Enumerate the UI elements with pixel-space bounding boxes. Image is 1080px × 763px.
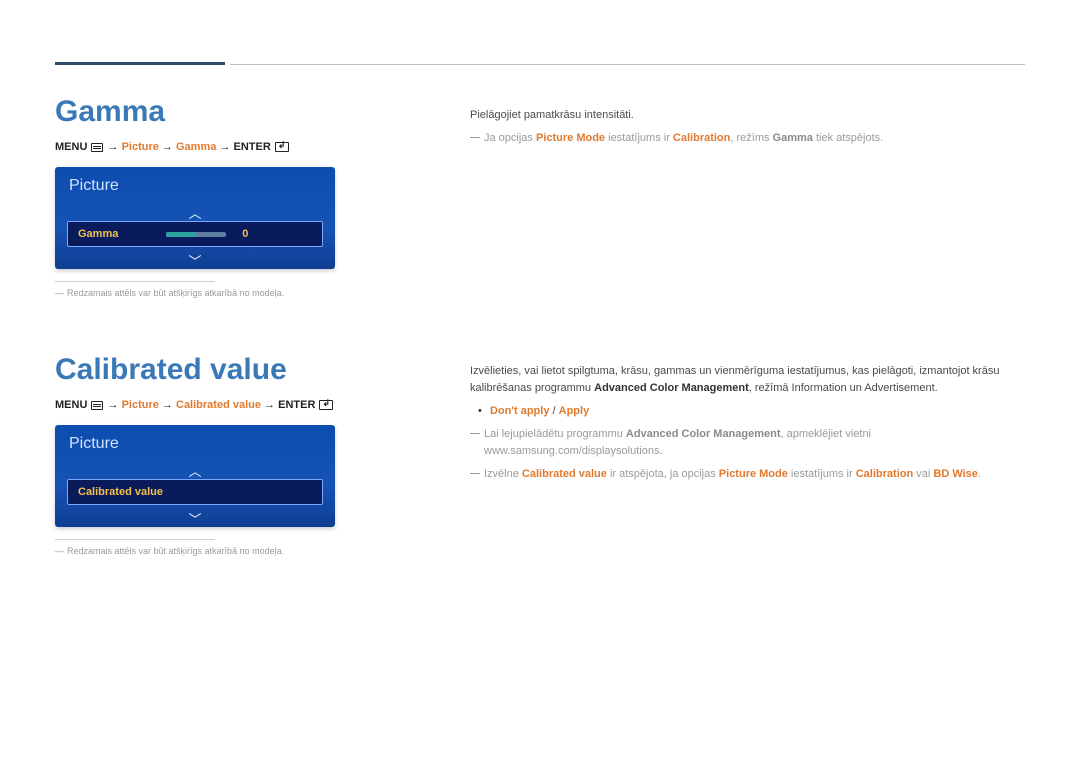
gamma-panel-footnote: Redzamais attēls var būt atšķirīgs atkar… xyxy=(55,288,1025,298)
gamma-note-text: , režīms xyxy=(730,132,772,144)
calibrated-right-column: Izvēlieties, vai lietot spilgtuma, krāsu… xyxy=(470,363,1025,489)
gamma-slider[interactable] xyxy=(166,232,226,237)
breadcrumb-menu-label: MENU xyxy=(55,399,87,411)
breadcrumb-arrow: → xyxy=(159,399,176,411)
gamma-slider-fill xyxy=(166,232,196,237)
gamma-row-label: Gamma xyxy=(78,228,118,240)
chevron-up-icon[interactable]: ︿ xyxy=(188,461,201,480)
note-text: iestatījums ir xyxy=(788,468,856,480)
calibrated-value-label: Calibrated value xyxy=(522,468,607,480)
enter-icon xyxy=(319,400,333,410)
breadcrumb-menu-label: MENU xyxy=(55,141,87,153)
gamma-section: Gamma MENU → Picture → Gamma → ENTER Pic… xyxy=(55,95,1025,298)
bd-wise-label: BD Wise xyxy=(933,468,978,480)
calibrated-desc-text: , režīmā Information un Advertisement. xyxy=(749,382,938,394)
breadcrumb-picture: Picture xyxy=(122,399,159,411)
calibrated-section: Calibrated value MENU → Picture → Calibr… xyxy=(55,353,1025,556)
note-text: Izvēlne xyxy=(484,468,522,480)
calibrated-selected-row[interactable]: Calibrated value xyxy=(67,479,323,505)
gamma-row-value: 0 xyxy=(234,228,248,240)
note-text: ir atspējota, ja opcijas xyxy=(607,468,719,480)
breadcrumb-arrow: → xyxy=(159,141,176,153)
header-accent-bar xyxy=(55,62,225,65)
calibrated-row-label: Calibrated value xyxy=(78,486,163,498)
gamma-note-text: iestatījums ir xyxy=(605,132,673,144)
acm-label: Advanced Color Management xyxy=(626,428,781,440)
panel-title: Picture xyxy=(55,425,335,461)
option-separator: / xyxy=(549,405,558,417)
menu-icon xyxy=(91,143,103,152)
gamma-right-column: Pielāgojiet pamatkrāsu intensitāti. Ja o… xyxy=(470,107,1025,153)
gamma-picture-panel: Picture ︿ Gamma 0 ﹀ xyxy=(55,167,335,269)
note-text: Lai lejupielādētu programmu xyxy=(484,428,626,440)
gamma-selected-row[interactable]: Gamma 0 xyxy=(67,221,323,247)
sub-divider xyxy=(55,281,215,282)
dont-apply-option: Don't apply xyxy=(490,405,549,417)
breadcrumb-enter-label: ENTER xyxy=(278,399,315,411)
gamma-note-text: tiek atspējots. xyxy=(813,132,883,144)
calibrated-picture-panel: Picture ︿ Calibrated value ﹀ xyxy=(55,425,335,527)
acm-label: Advanced Color Management xyxy=(594,382,749,394)
calibration-label: Calibration xyxy=(856,468,913,480)
picture-mode-label: Picture Mode xyxy=(536,132,605,144)
gamma-note: Ja opcijas Picture Mode iestatījums ir C… xyxy=(470,130,1025,147)
apply-bullet: Don't apply / Apply xyxy=(470,403,1025,420)
chevron-down-icon[interactable]: ﹀ xyxy=(188,251,201,269)
menu-icon xyxy=(91,401,103,410)
chevron-down-icon[interactable]: ﹀ xyxy=(188,509,201,527)
chevron-up-icon[interactable]: ︿ xyxy=(188,203,201,222)
panel-chevron-down-row: ﹀ xyxy=(55,509,335,527)
gamma-label: Gamma xyxy=(773,132,813,144)
enter-icon xyxy=(275,142,289,152)
sub-divider xyxy=(55,539,215,540)
breadcrumb-gamma: Gamma xyxy=(176,141,216,153)
gamma-desc: Pielāgojiet pamatkrāsu intensitāti. xyxy=(470,107,1025,124)
note-text: . xyxy=(978,468,981,480)
apply-option: Apply xyxy=(559,405,590,417)
breadcrumb-picture: Picture xyxy=(122,141,159,153)
panel-chevron-up-row: ︿ xyxy=(55,203,335,221)
gamma-note-text: Ja opcijas xyxy=(484,132,536,144)
calibrated-note-disabled: Izvēlne Calibrated value ir atspējota, j… xyxy=(470,466,1025,483)
breadcrumb-arrow: → xyxy=(108,399,122,411)
panel-chevron-up-row: ︿ xyxy=(55,461,335,479)
panel-chevron-down-row: ﹀ xyxy=(55,251,335,269)
header-divider xyxy=(230,64,1025,65)
picture-mode-label: Picture Mode xyxy=(719,468,788,480)
note-text: vai xyxy=(913,468,933,480)
breadcrumb-arrow: → xyxy=(108,141,122,153)
panel-title: Picture xyxy=(55,167,335,203)
breadcrumb-arrow: → xyxy=(261,399,278,411)
breadcrumb-arrow: → xyxy=(216,141,233,153)
calibration-label: Calibration xyxy=(673,132,730,144)
page-content: Gamma MENU → Picture → Gamma → ENTER Pic… xyxy=(55,95,1025,611)
calibrated-panel-footnote: Redzamais attēls var būt atšķirīgs atkar… xyxy=(55,546,1025,556)
breadcrumb-calibrated: Calibrated value xyxy=(176,399,261,411)
calibrated-desc: Izvēlieties, vai lietot spilgtuma, krāsu… xyxy=(470,363,1025,397)
calibrated-note-download: Lai lejupielādētu programmu Advanced Col… xyxy=(470,426,1025,460)
breadcrumb-enter-label: ENTER xyxy=(233,141,270,153)
